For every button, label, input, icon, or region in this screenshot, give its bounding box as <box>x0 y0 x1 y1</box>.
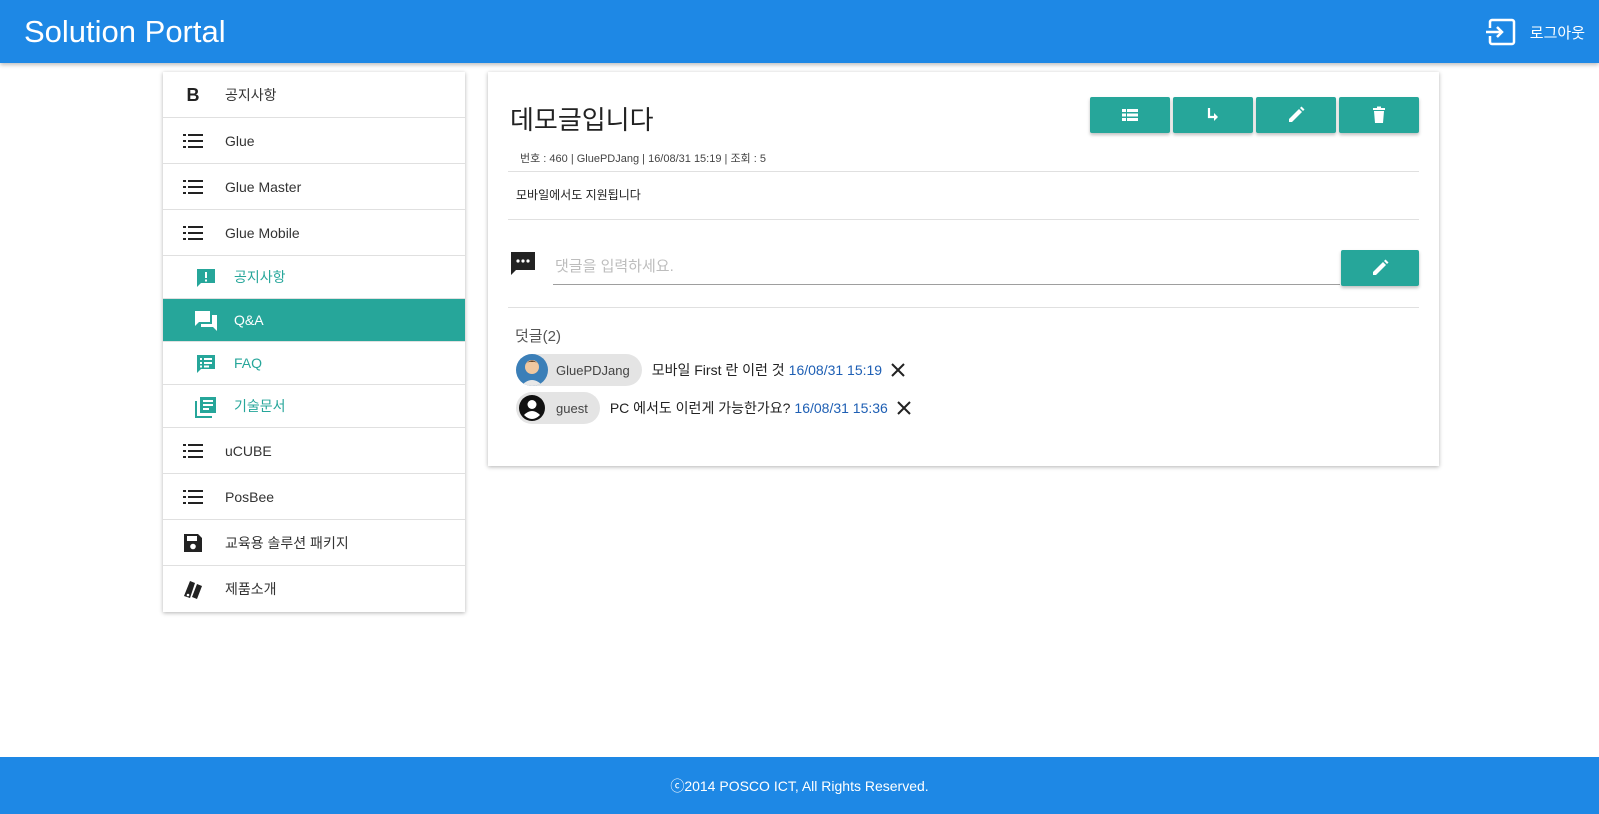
sidebar-item-ucube[interactable]: uCUBE <box>163 428 465 474</box>
sidebar-subitem-label: 공지사항 <box>234 269 286 285</box>
author-chip[interactable]: guest <box>516 392 600 424</box>
forum-icon <box>194 309 218 333</box>
save-icon <box>181 531 205 555</box>
top-app-bar: Solution Portal 로그아웃 <box>0 0 1599 63</box>
copyright-text: ⓒ2014 POSCO ICT, All Rights Reserved. <box>670 777 929 794</box>
sidebar-item-glue[interactable]: Glue <box>163 118 465 164</box>
author-chip[interactable]: GluePDJang <box>516 354 642 386</box>
sidebar-item-label: PosBee <box>225 488 275 505</box>
reply-text: 모바일 First 란 이런 것 <box>651 362 785 378</box>
sidebar-item-glue-mobile[interactable]: Glue Mobile <box>163 210 465 256</box>
delete-icon <box>1373 106 1385 123</box>
sidebar-item-label: Glue Mobile <box>225 224 300 241</box>
comment-submit-button[interactable] <box>1341 250 1419 286</box>
sidebar-item-edu-package[interactable]: 교육용 솔루션 패키지 <box>163 520 465 566</box>
edit-icon <box>1289 106 1305 122</box>
logout-label: 로그아웃 <box>1529 24 1585 42</box>
divider <box>508 219 1419 220</box>
footer: ⓒ2014 POSCO ICT, All Rights Reserved. <box>0 757 1599 814</box>
close-icon <box>897 401 911 415</box>
reply-item: guest PC 에서도 이런게 가능한가요? 16/08/31 15:36 <box>516 392 914 424</box>
speaker-notes-icon <box>194 352 218 376</box>
list-icon <box>181 175 205 199</box>
post-title: 데모글입니다 <box>510 105 654 135</box>
account-circle-icon <box>516 392 548 424</box>
exit-icon <box>1485 18 1516 46</box>
list-icon <box>1122 109 1138 121</box>
sidebar-item-label: 교육용 솔루션 패키지 <box>225 534 349 551</box>
list-icon <box>181 129 205 153</box>
author-name: guest <box>556 400 588 416</box>
delete-button[interactable] <box>1339 97 1419 133</box>
list-icon <box>181 485 205 509</box>
list-button[interactable] <box>1090 97 1170 133</box>
post-meta: 번호 : 460 | GluePDJang | 16/08/31 15:19 |… <box>520 153 766 165</box>
avatar <box>516 354 548 386</box>
sidebar-subitem-faq[interactable]: FAQ <box>163 342 465 385</box>
sidebar-item-products[interactable]: 제품소개 <box>163 566 465 612</box>
sidebar-item-label: 제품소개 <box>225 581 277 597</box>
library-books-icon <box>194 395 218 419</box>
edit-button[interactable] <box>1256 97 1336 133</box>
sidebar-item-label: 공지사항 <box>225 86 277 103</box>
edit-icon <box>1373 259 1389 275</box>
swatch-icon <box>181 577 205 601</box>
sidebar-nav: B 공지사항 Glue Glue Master Glue Mobile 공지사항… <box>163 72 465 612</box>
sidebar-subitem-label: 기술문서 <box>234 398 286 414</box>
post-card: 데모글입니다 번호 : 460 | GluePDJang | 16/08/31 … <box>488 72 1439 466</box>
reply-icon <box>1207 108 1218 121</box>
sidebar-item-glue-master[interactable]: Glue Master <box>163 164 465 210</box>
sidebar-item-notice[interactable]: B 공지사항 <box>163 72 465 118</box>
sidebar-item-label: uCUBE <box>225 442 272 459</box>
sidebar-subitem-label: Q&A <box>234 312 264 328</box>
sidebar-subitem-label: FAQ <box>234 355 263 371</box>
sidebar-subitem-notice[interactable]: 공지사항 <box>163 256 465 299</box>
reply-text: PC 에서도 이런게 가능한가요? <box>609 400 791 416</box>
close-icon <box>891 363 905 377</box>
sidebar-item-label: Glue Master <box>225 178 302 195</box>
sidebar-subitem-techdocs[interactable]: 기술문서 <box>163 385 465 428</box>
sidebar-subitem-qna[interactable]: Q&A <box>163 299 465 342</box>
announcement-icon <box>194 266 218 290</box>
post-body: 모바일에서도 지원됩니다 <box>516 188 641 202</box>
reply-item: GluePDJang 모바일 First 란 이런 것 16/08/31 15:… <box>516 354 908 386</box>
list-icon <box>181 221 205 245</box>
bold-b-icon: B <box>186 84 200 105</box>
post-actions <box>1090 97 1419 133</box>
delete-reply-button[interactable] <box>888 360 908 380</box>
divider <box>508 307 1419 308</box>
logout-button[interactable]: 로그아웃 <box>1484 18 1585 46</box>
comment-input[interactable] <box>553 249 1340 285</box>
sidebar-item-posbee[interactable]: PosBee <box>163 474 465 520</box>
sidebar-item-label: Glue <box>225 132 255 149</box>
divider <box>508 171 1419 172</box>
author-name: GluePDJang <box>556 362 630 378</box>
sms-icon <box>511 252 535 275</box>
app-title[interactable]: Solution Portal <box>24 14 226 50</box>
reply-button[interactable] <box>1173 97 1253 133</box>
reply-count: 덧글(2) <box>515 328 561 345</box>
list-icon <box>181 439 205 463</box>
delete-reply-button[interactable] <box>894 398 914 418</box>
reply-date: 16/08/31 15:36 <box>794 400 888 416</box>
reply-date: 16/08/31 15:19 <box>788 362 883 378</box>
